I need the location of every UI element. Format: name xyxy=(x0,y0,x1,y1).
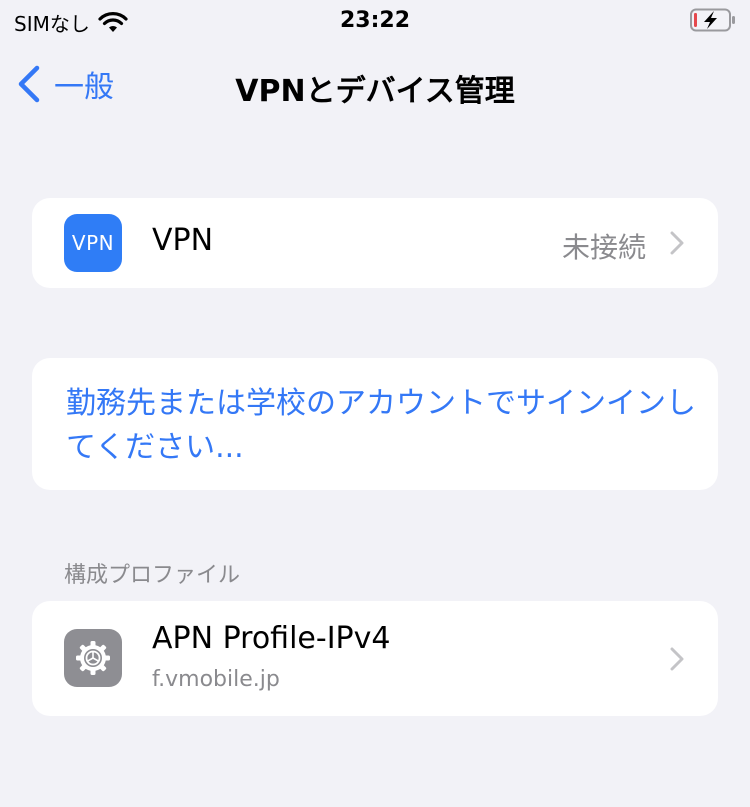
status-time: 23:22 xyxy=(339,8,411,33)
profile-row[interactable]: APN Profile-IPv4 f.vmobile.jp xyxy=(32,601,718,716)
profile-subtitle: f.vmobile.jp xyxy=(152,667,280,692)
vpn-group: VPN VPN 未接続 xyxy=(32,198,718,288)
navigation-bar: 一般 VPNとデバイス管理 xyxy=(0,56,750,112)
vpn-label: VPN xyxy=(152,223,214,258)
vpn-row[interactable]: VPN VPN 未接続 xyxy=(32,198,718,288)
gear-icon xyxy=(76,641,110,675)
settings-icon xyxy=(64,629,122,687)
vpn-icon: VPN xyxy=(64,214,122,272)
vpn-status-value: 未接続 xyxy=(561,231,646,264)
profile-name: APN Profile-IPv4 xyxy=(152,621,391,656)
signin-group: 勤務先または学校のアカウントでサインインしてください... xyxy=(32,358,718,490)
profiles-section-header: 構成プロファイル xyxy=(64,563,241,588)
signin-link[interactable]: 勤務先または学校のアカウントでサインインしてください... xyxy=(66,382,706,470)
signin-row[interactable]: 勤務先または学校のアカウントでサインインしてください... xyxy=(32,358,718,490)
chevron-right-icon xyxy=(670,231,684,255)
page-title: VPNとデバイス管理 xyxy=(235,74,515,109)
screen: SIMなし 23:22 一般 VPNとデバイス管理 VPN VPN 未接続 勤務… xyxy=(0,0,750,807)
chevron-right-icon xyxy=(670,647,684,671)
status-bar: SIMなし 23:22 xyxy=(0,0,750,44)
battery-charging-icon xyxy=(690,8,735,32)
vpn-icon-text: VPN xyxy=(71,231,115,255)
profile-group: APN Profile-IPv4 f.vmobile.jp xyxy=(32,601,718,716)
